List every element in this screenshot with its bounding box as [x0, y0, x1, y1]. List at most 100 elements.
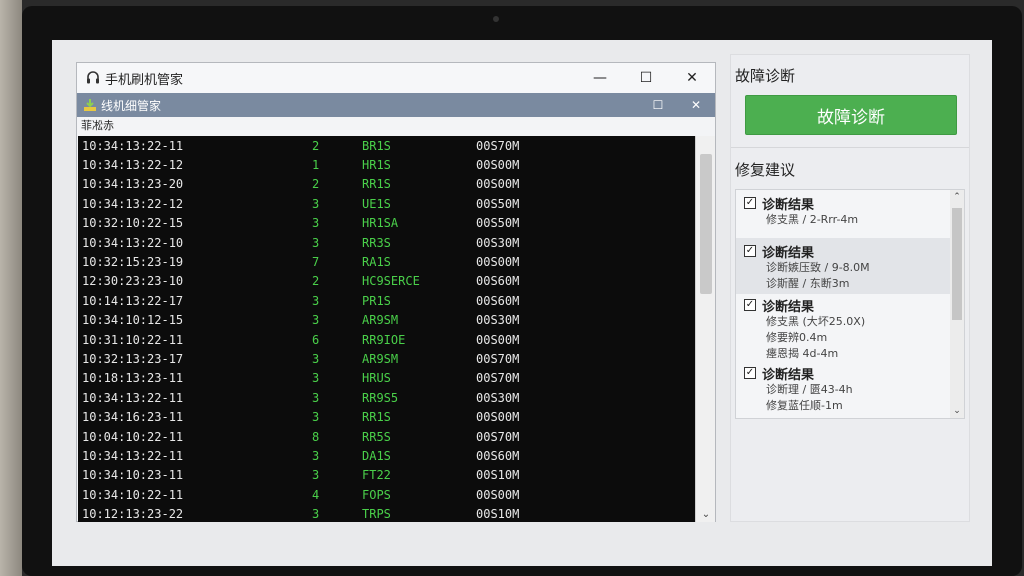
chevron-down-icon[interactable]: ⌄ [950, 406, 964, 416]
checkbox[interactable]: ✓ [744, 245, 756, 257]
log-time: 10:31:10:22-11 [82, 332, 184, 347]
item-line: 修要辨0.4m [766, 331, 828, 344]
scrollbar-thumb[interactable] [952, 208, 962, 320]
log-size: 00S00M [476, 332, 520, 347]
main-window: 手机刷机管家 — ☐ ✕ 线机细管家 ☐ ✕ 菲凇赤 10:34:13:22-1… [76, 62, 716, 522]
log-time: 10:34:13:22-12 [82, 158, 184, 173]
item-head: 诊断结果 [762, 245, 815, 261]
checkbox[interactable]: ✓ [744, 299, 756, 311]
log-row: 10:34:13:22-11 2 BR1S 00S70M [78, 136, 696, 155]
log-count: 3 [312, 313, 320, 328]
log-code: PR1S [362, 293, 391, 308]
log-count: 3 [312, 216, 320, 231]
log-code: HRUS [362, 371, 391, 386]
log-size: 00S60M [476, 274, 520, 289]
list-item[interactable]: ✓ 诊断结果 诊断理 / 匮43-4h 修复蓝任顺-1m [736, 364, 950, 416]
log-size: 00S10M [476, 468, 520, 483]
scrollbar-thumb[interactable] [700, 154, 712, 294]
background-wall [0, 0, 22, 576]
log-size: 00S00M [476, 158, 520, 173]
log-size: 00S30M [476, 390, 520, 405]
console-scrollbar[interactable]: ⌄ [695, 136, 715, 522]
log-row: 10:34:10:12-15 3 AR9SM 00S30M [78, 311, 696, 330]
log-code: BR1S [362, 138, 391, 153]
divider [731, 147, 969, 148]
list-item[interactable]: ✓ 诊断结果 诊断嫉压致 / 9-8.0M 诊斯醒 / 东断3m [736, 238, 950, 294]
item-line: 修支黑 (大坏25.0X) [766, 315, 866, 328]
log-count: 8 [312, 429, 320, 444]
close-button[interactable]: ✕ [669, 63, 715, 93]
log-count: 3 [312, 390, 320, 405]
diagnosis-panel: 故障诊断 故障诊断 修复建议 ✓ 诊断结果 修支黑 / 2-Rrr-4m ✓ 诊断结… [730, 54, 970, 522]
log-time: 10:12:13:23-22 [82, 507, 184, 522]
log-time: 10:34:13:22-11 [82, 448, 184, 463]
log-row: 10:32:10:22-15 3 HR1SA 00S50M [78, 214, 696, 233]
maximize-button[interactable]: ☐ [623, 63, 669, 93]
log-size: 00S70M [476, 138, 520, 153]
minimize-button[interactable]: — [577, 63, 623, 93]
log-size: 00S60M [476, 448, 520, 463]
log-row: 10:34:13:23-20 2 RR1S 00S00M [78, 175, 696, 194]
list-item[interactable]: ✓ 诊断结果 修支黑 / 2-Rrr-4m [736, 194, 950, 238]
sub-maximize-button[interactable]: ☐ [639, 93, 677, 117]
log-size: 00S50M [476, 216, 520, 231]
log-code: RR1S [362, 177, 391, 192]
log-code: FOPS [362, 487, 391, 502]
item-line: 诊断理 / 匮43-4h [766, 383, 853, 396]
log-code: RR3S [362, 235, 391, 250]
log-size: 00S00M [476, 177, 520, 192]
log-code: AR9SM [362, 313, 399, 328]
log-size: 00S60M [476, 293, 520, 308]
log-count: 3 [312, 196, 320, 211]
sub-close-button[interactable]: ✕ [677, 93, 715, 117]
log-count: 3 [312, 371, 320, 386]
log-size: 00S00M [476, 255, 520, 270]
chevron-down-icon[interactable]: ⌄ [696, 509, 716, 520]
panel-title: 故障诊断 [735, 67, 796, 85]
log-time: 10:04:10:22-11 [82, 429, 184, 444]
download-icon [84, 99, 96, 111]
log-time: 10:34:10:12-15 [82, 313, 184, 328]
log-time: 10:32:15:23-19 [82, 255, 184, 270]
log-code: RR9IOE [362, 332, 406, 347]
item-head: 诊断结果 [762, 367, 815, 383]
log-time: 10:32:10:22-15 [82, 216, 184, 231]
item-line: 瘗恩揭 4d-4m [766, 347, 839, 360]
list-scrollbar[interactable]: ⌃ ⌄ [950, 190, 964, 418]
checkbox[interactable]: ✓ [744, 367, 756, 379]
log-row: 10:32:15:23-19 7 RA1S 00S00M [78, 252, 696, 271]
log-size: 00S50M [476, 196, 520, 211]
list-item[interactable]: ✓ 诊断结果 修支黑 (大坏25.0X) 修要辨0.4m 瘗恩揭 4d-4m [736, 296, 950, 362]
log-size: 00S30M [476, 235, 520, 250]
log-count: 2 [312, 274, 320, 289]
log-size: 00S00M [476, 410, 520, 425]
log-code: AR9SM [362, 351, 399, 366]
log-time: 12:30:23:23-10 [82, 274, 184, 289]
item-line: 诊断嫉压致 / 9-8.0M [766, 261, 870, 274]
log-size: 00S10M [476, 507, 520, 522]
item-line: 修复蓝任顺-1m [766, 399, 843, 412]
log-row: 10:34:10:22-11 4 FOPS 00S00M [78, 485, 696, 504]
log-code: HC9SERCE [362, 274, 420, 289]
webcam-icon [493, 16, 499, 22]
log-code: HR1SA [362, 216, 399, 231]
headset-icon [87, 71, 99, 84]
log-time: 10:34:13:22-11 [82, 390, 184, 405]
log-row: 10:34:16:23-11 3 RR1S 00S00M [78, 407, 696, 426]
diagnose-button[interactable]: 故障诊断 [745, 95, 957, 135]
log-console: 10:34:13:22-11 2 BR1S 00S70M 10:34:13:22-12 1… [78, 136, 696, 522]
chevron-up-icon[interactable]: ⌃ [950, 192, 964, 202]
log-code: TRPS [362, 507, 391, 522]
screen: 手机刷机管家 — ☐ ✕ 线机细管家 ☐ ✕ 菲凇赤 10:34:13:22-1… [52, 40, 992, 566]
log-count: 3 [312, 468, 320, 483]
checkbox[interactable]: ✓ [744, 197, 756, 209]
log-count: 2 [312, 177, 320, 192]
log-row: 10:12:13:23-22 3 TRPS 00S10M [78, 504, 696, 522]
log-code: HR1S [362, 158, 391, 173]
log-count: 7 [312, 255, 320, 270]
log-row: 10:34:13:22-11 3 DA1S 00S60M [78, 446, 696, 465]
log-time: 10:34:16:23-11 [82, 410, 184, 425]
menu-item[interactable]: 菲凇赤 [81, 119, 114, 132]
log-time: 10:34:10:22-11 [82, 487, 184, 502]
log-row: 10:34:13:22-10 3 RR3S 00S30M [78, 233, 696, 252]
